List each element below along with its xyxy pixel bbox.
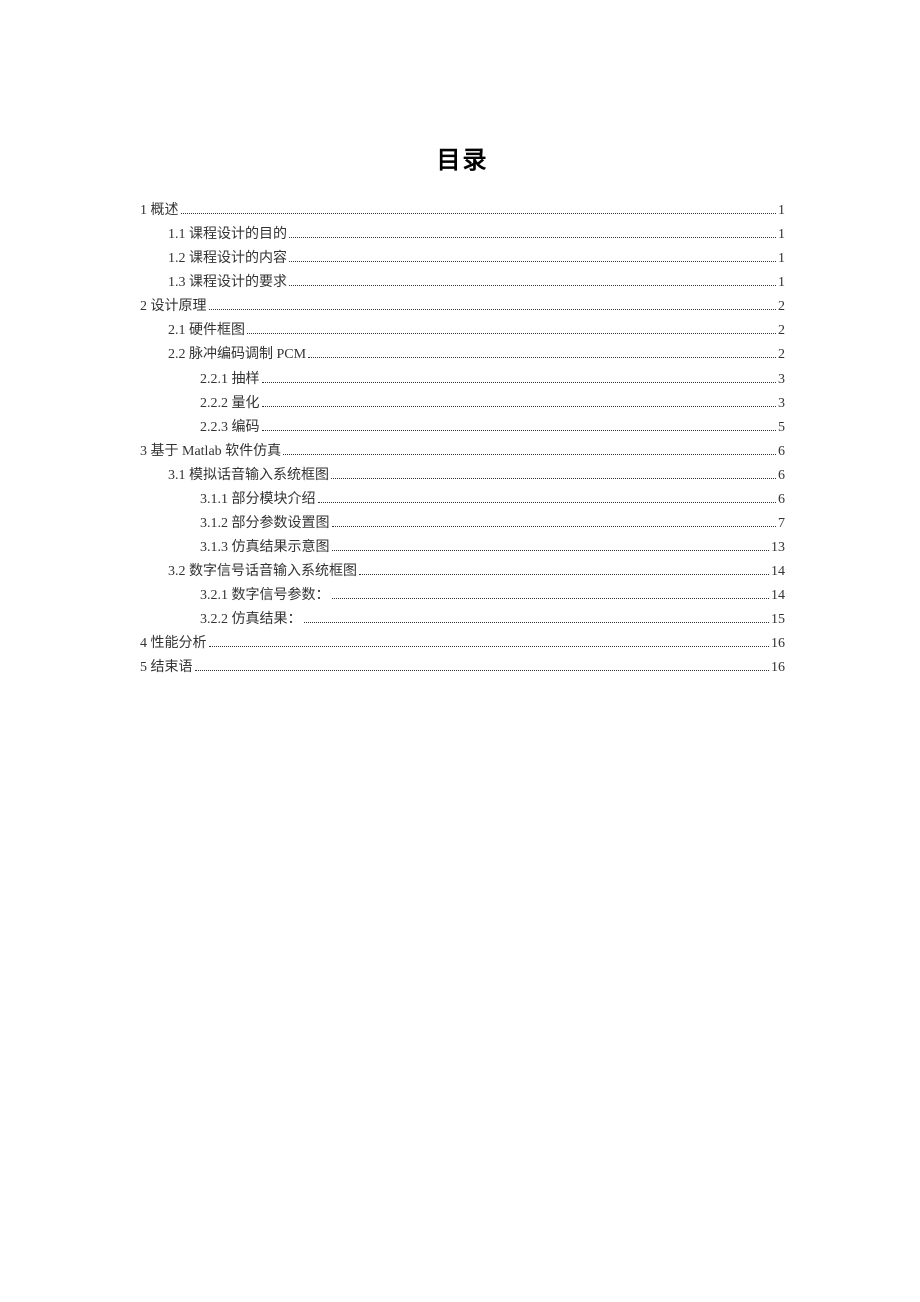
toc-entry-page: 3 [778,368,785,392]
toc-entry-label: 2.2.1 抽样 [200,368,260,392]
toc-entry: 2.2.1 抽样 3 [140,368,785,392]
toc-entry-page: 14 [771,560,785,584]
toc-leader-dots [209,309,777,310]
toc-leader-dots [331,478,776,479]
toc-entry-page: 3 [778,392,785,416]
toc-entry-label: 1 概述 [140,199,179,223]
toc-list: 1 概述11.1 课程设计的目的11.2 课程设计的内容11.3 课程设计的要求… [140,199,785,681]
toc-entry-label: 4 性能分析 [140,632,207,656]
toc-entry: 2 设计原理 2 [140,295,785,319]
toc-entry: 1.3 课程设计的要求 1 [140,271,785,295]
toc-entry-page: 6 [778,488,785,512]
toc-leader-dots [262,406,777,407]
toc-entry-page: 13 [771,536,785,560]
toc-entry: 1.1 课程设计的目的 1 [140,223,785,247]
toc-entry: 3.1.3 仿真结果示意图 13 [140,536,785,560]
toc-entry: 5 结束语 16 [140,656,785,680]
toc-entry-label: 2.2 脉冲编码调制 PCM [168,343,306,367]
toc-entry: 3.1.2 部分参数设置图 7 [140,512,785,536]
toc-entry-page: 2 [778,295,785,319]
toc-entry: 2.2.3 编码 5 [140,416,785,440]
toc-entry-page: 6 [778,464,785,488]
toc-entry-label: 3.2.2 仿真结果： [200,608,302,632]
toc-entry: 3.1.1 部分模块介绍 6 [140,488,785,512]
toc-entry-label: 3.2.1 数字信号参数： [200,584,330,608]
toc-entry-page: 14 [771,584,785,608]
toc-entry-label: 1.2 课程设计的内容 [168,247,287,271]
toc-entry-label: 3.2 数字信号话音输入系统框图 [168,560,357,584]
toc-entry-label: 3.1 模拟话音输入系统框图 [168,464,329,488]
toc-entry: 3.1 模拟话音输入系统框图 6 [140,464,785,488]
toc-leader-dots [289,285,776,286]
toc-entry-page: 1 [778,223,785,247]
toc-leader-dots [332,550,770,551]
toc-entry-label: 3.1.3 仿真结果示意图 [200,536,330,560]
toc-entry-label: 3 基于 Matlab 软件仿真 [140,440,281,464]
toc-entry-page: 1 [778,247,785,271]
toc-entry: 2.2.2 量化 3 [140,392,785,416]
toc-entry-page: 16 [771,632,785,656]
toc-leader-dots [332,598,770,599]
toc-leader-dots [304,622,770,623]
toc-leader-dots [318,502,777,503]
toc-entry-page: 5 [778,416,785,440]
toc-entry-label: 5 结束语 [140,656,193,680]
toc-leader-dots [195,670,770,671]
toc-entry-page: 16 [771,656,785,680]
toc-entry-label: 3.1.1 部分模块介绍 [200,488,316,512]
toc-entry: 3 基于 Matlab 软件仿真 6 [140,440,785,464]
toc-leader-dots [283,454,776,455]
toc-title: 目录 [140,140,785,175]
toc-entry-page: 2 [778,319,785,343]
toc-entry: 1.2 课程设计的内容 1 [140,247,785,271]
toc-entry-label: 2.1 硬件框图 [168,319,245,343]
toc-entry-page: 6 [778,440,785,464]
toc-leader-dots [359,574,769,575]
toc-entry-label: 2.2.2 量化 [200,392,260,416]
toc-entry: 1 概述 1 [140,199,785,223]
toc-entry: 2.2 脉冲编码调制 PCM 2 [140,343,785,367]
toc-leader-dots [308,357,776,358]
toc-leader-dots [181,213,777,214]
toc-entry: 3.2.2 仿真结果： 15 [140,608,785,632]
toc-entry-label: 1.1 课程设计的目的 [168,223,287,247]
toc-entry-label: 1.3 课程设计的要求 [168,271,287,295]
toc-entry: 3.2 数字信号话音输入系统框图 14 [140,560,785,584]
toc-entry: 4 性能分析 16 [140,632,785,656]
toc-entry-page: 7 [778,512,785,536]
toc-leader-dots [289,261,776,262]
toc-entry-page: 1 [778,271,785,295]
toc-leader-dots [209,646,770,647]
toc-entry-page: 1 [778,199,785,223]
toc-leader-dots [289,237,776,238]
toc-leader-dots [262,430,777,431]
toc-leader-dots [332,526,777,527]
toc-entry-label: 3.1.2 部分参数设置图 [200,512,330,536]
toc-leader-dots [247,333,776,334]
toc-leader-dots [262,382,777,383]
toc-entry: 2.1 硬件框图 2 [140,319,785,343]
toc-entry-label: 2 设计原理 [140,295,207,319]
toc-entry: 3.2.1 数字信号参数： 14 [140,584,785,608]
toc-entry-page: 15 [771,608,785,632]
toc-entry-label: 2.2.3 编码 [200,416,260,440]
toc-entry-page: 2 [778,343,785,367]
